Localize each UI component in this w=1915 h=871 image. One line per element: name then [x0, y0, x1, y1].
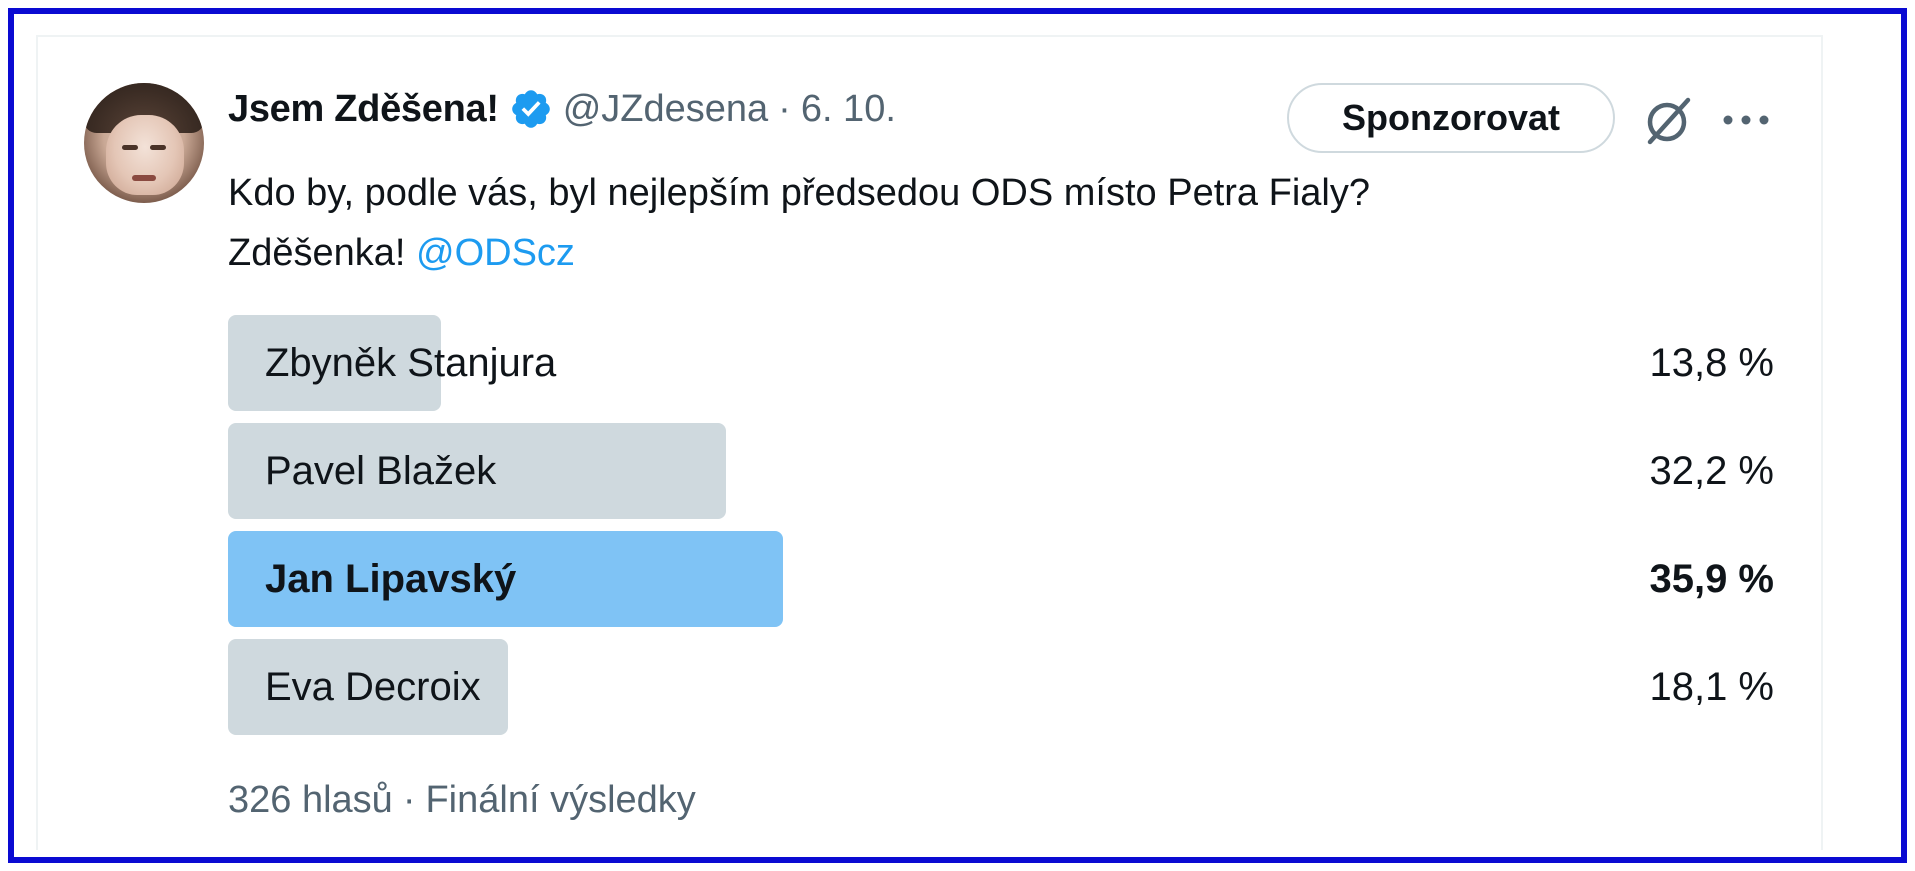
verified-badge-icon[interactable] — [509, 87, 553, 131]
poll-option: Eva Decroix 18,1 % — [228, 639, 1774, 735]
poll-option: Jan Lipavský 35,9 % — [228, 531, 1774, 627]
poll-option-percent: 13,8 % — [1649, 340, 1774, 385]
avatar-eye-right — [150, 145, 166, 150]
sponsor-button[interactable]: Sponzorovat — [1287, 83, 1615, 153]
poll-option-label: Jan Lipavský — [265, 556, 517, 601]
grok-icon[interactable] — [1640, 92, 1696, 148]
display-name[interactable]: Jsem Zděšena! — [228, 88, 499, 131]
poll-option: Pavel Blažek 32,2 % — [228, 423, 1774, 519]
avatar[interactable] — [84, 83, 204, 203]
poll-option-label: Pavel Blažek — [265, 448, 497, 493]
poll-status: Finální výsledky — [425, 778, 696, 821]
avatar-mouth — [132, 175, 156, 181]
poll-option-label: Zbyněk Stanjura — [265, 340, 557, 385]
poll-option-percent: 32,2 % — [1649, 448, 1774, 493]
poll-footer-separator: · — [402, 778, 416, 821]
tweet-header: Jsem Zděšena! @JZdesena · 6. 10. — [228, 86, 896, 132]
poll-option: Zbyněk Stanjura 13,8 % — [228, 315, 1774, 411]
more-icon[interactable] — [1720, 100, 1772, 140]
poll-option-percent: 35,9 % — [1649, 556, 1774, 601]
poll-votes: 326 hlasů — [228, 778, 393, 821]
header-separator: · — [778, 87, 791, 130]
avatar-eye-left — [122, 145, 138, 150]
handle[interactable]: @JZdesena — [563, 88, 768, 131]
poll-option-label: Eva Decroix — [265, 664, 481, 709]
tweet-date[interactable]: 6. 10. — [801, 88, 896, 131]
tweet-text-prefix: Zděšenka! — [228, 232, 416, 274]
mention-link[interactable]: @ODScz — [416, 232, 575, 274]
tweet-text-line: Kdo by, podle vás, byl nejlepším předsed… — [228, 172, 1370, 214]
poll: Zbyněk Stanjura 13,8 % Pavel Blažek 32,2… — [228, 315, 1774, 747]
avatar-face — [106, 115, 184, 195]
poll-footer: 326 hlasů · Finální výsledky — [228, 772, 696, 828]
tweet-text-line: Zděšenka! @ODScz — [228, 223, 1668, 283]
poll-option-percent: 18,1 % — [1649, 664, 1774, 709]
tweet-text: Kdo by, podle vás, byl nejlepším předsed… — [228, 163, 1668, 283]
